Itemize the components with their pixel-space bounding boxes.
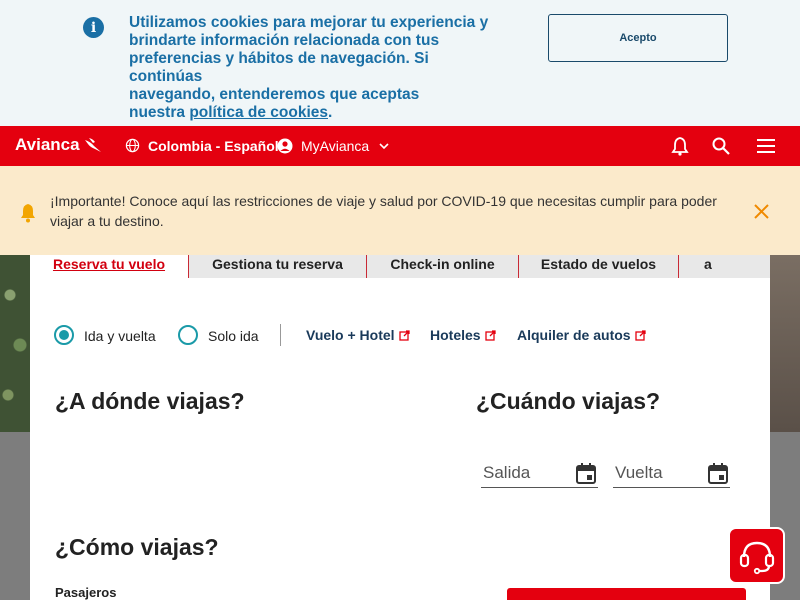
travelers-heading: ¿Cómo viajas?: [55, 534, 219, 560]
external-link-icon: [634, 329, 646, 341]
link-label: Vuelo + Hotel: [306, 327, 395, 343]
tab-reserva-tu-vuelo[interactable]: Reserva tu vuelo: [30, 255, 188, 278]
return-date-field[interactable]: Vuelta: [613, 460, 730, 488]
cookie-line: .: [328, 104, 333, 121]
car-rental-link[interactable]: Alquiler de autos: [517, 327, 646, 343]
brand-name: Avianca: [15, 135, 80, 154]
cookie-message: Utilizamos cookies para mejorar tu exper…: [129, 14, 499, 122]
search-flights-button[interactable]: [507, 588, 746, 600]
info-icon: i: [83, 17, 104, 38]
cookie-line: Utilizamos cookies para mejorar tu exper…: [129, 14, 489, 31]
cookie-line: navegando, entenderemos que aceptas: [129, 86, 420, 103]
calendar-icon[interactable]: [576, 462, 596, 484]
booking-tabs: Reserva tu vuelo Gestiona tu reserva Che…: [30, 255, 770, 278]
hero-foliage: [0, 255, 30, 432]
divider: [280, 324, 281, 346]
support-chat-button[interactable]: [728, 527, 785, 584]
calendar-icon[interactable]: [708, 462, 728, 484]
departure-placeholder: Salida: [483, 463, 531, 482]
destination-heading: ¿A dónde viajas?: [55, 388, 245, 414]
close-icon[interactable]: [753, 203, 770, 220]
cookie-line: preferencias y hábitos de navegación. Si…: [129, 50, 429, 85]
return-placeholder: Vuelta: [615, 463, 663, 482]
dates-heading: ¿Cuándo viajas?: [476, 388, 661, 414]
one-way-radio[interactable]: [178, 325, 198, 345]
headset-icon: [739, 541, 775, 575]
tab-estado-de-vuelos[interactable]: Estado de vuelos: [518, 255, 678, 278]
external-link-icon: [484, 329, 496, 341]
link-label: Hoteles: [430, 327, 481, 343]
cookie-line: nuestra: [129, 104, 190, 121]
bell-icon[interactable]: [670, 136, 690, 156]
passengers-label: Pasajeros: [55, 585, 117, 600]
covid-alert-message[interactable]: ¡Importante! Conoce aquí las restriccion…: [50, 191, 750, 231]
country-language-selector[interactable]: Colombia - Español: [148, 138, 279, 154]
accept-cookies-button[interactable]: Acepto: [548, 14, 728, 62]
tab-label: Estado de vuelos: [540, 256, 657, 272]
avianca-logo[interactable]: Avianca: [15, 135, 103, 155]
covid-alert-banner: ¡Importante! Conoce aquí las restriccion…: [0, 166, 800, 255]
hero-right-edge: [770, 255, 800, 432]
flight-hotel-link[interactable]: Vuelo + Hotel: [306, 327, 410, 343]
bird-logo-icon: [84, 138, 101, 152]
globe-icon[interactable]: [125, 138, 140, 153]
tab-label: Check-in online: [390, 256, 495, 272]
hotels-link[interactable]: Hoteles: [430, 327, 496, 343]
user-icon[interactable]: [277, 138, 293, 154]
chevron-down-icon[interactable]: [378, 140, 390, 152]
cookie-line: brindarte información relacionada con tu…: [129, 32, 440, 49]
tab-label: Reserva tu vuelo: [52, 256, 166, 272]
booking-card: Ida y vuelta Solo ida Vuelo + Hotel Hote…: [30, 278, 770, 600]
tab-ascenso[interactable]: Ascenso a: [678, 255, 770, 278]
cookie-banner: i Utilizamos cookies para mejorar tu exp…: [0, 0, 800, 126]
tab-label: Gestiona tu reserva: [212, 256, 343, 272]
myavianca-link[interactable]: MyAvianca: [301, 138, 369, 154]
tab-gestiona-tu-reserva[interactable]: Gestiona tu reserva: [188, 255, 366, 278]
main-header: Avianca Colombia - Español MyAvianca: [0, 126, 800, 166]
menu-icon[interactable]: [756, 137, 776, 155]
round-trip-label[interactable]: Ida y vuelta: [84, 328, 156, 344]
tab-label: Ascenso a: [704, 255, 762, 272]
bell-icon: [21, 204, 35, 223]
cookie-policy-link[interactable]: política de cookies: [189, 104, 328, 121]
round-trip-radio[interactable]: [54, 325, 74, 345]
one-way-label[interactable]: Solo ida: [208, 328, 259, 344]
departure-date-field[interactable]: Salida: [481, 460, 598, 488]
search-icon[interactable]: [711, 136, 731, 156]
external-link-icon: [398, 329, 410, 341]
tab-check-in-online[interactable]: Check-in online: [366, 255, 518, 278]
link-label: Alquiler de autos: [517, 327, 631, 343]
